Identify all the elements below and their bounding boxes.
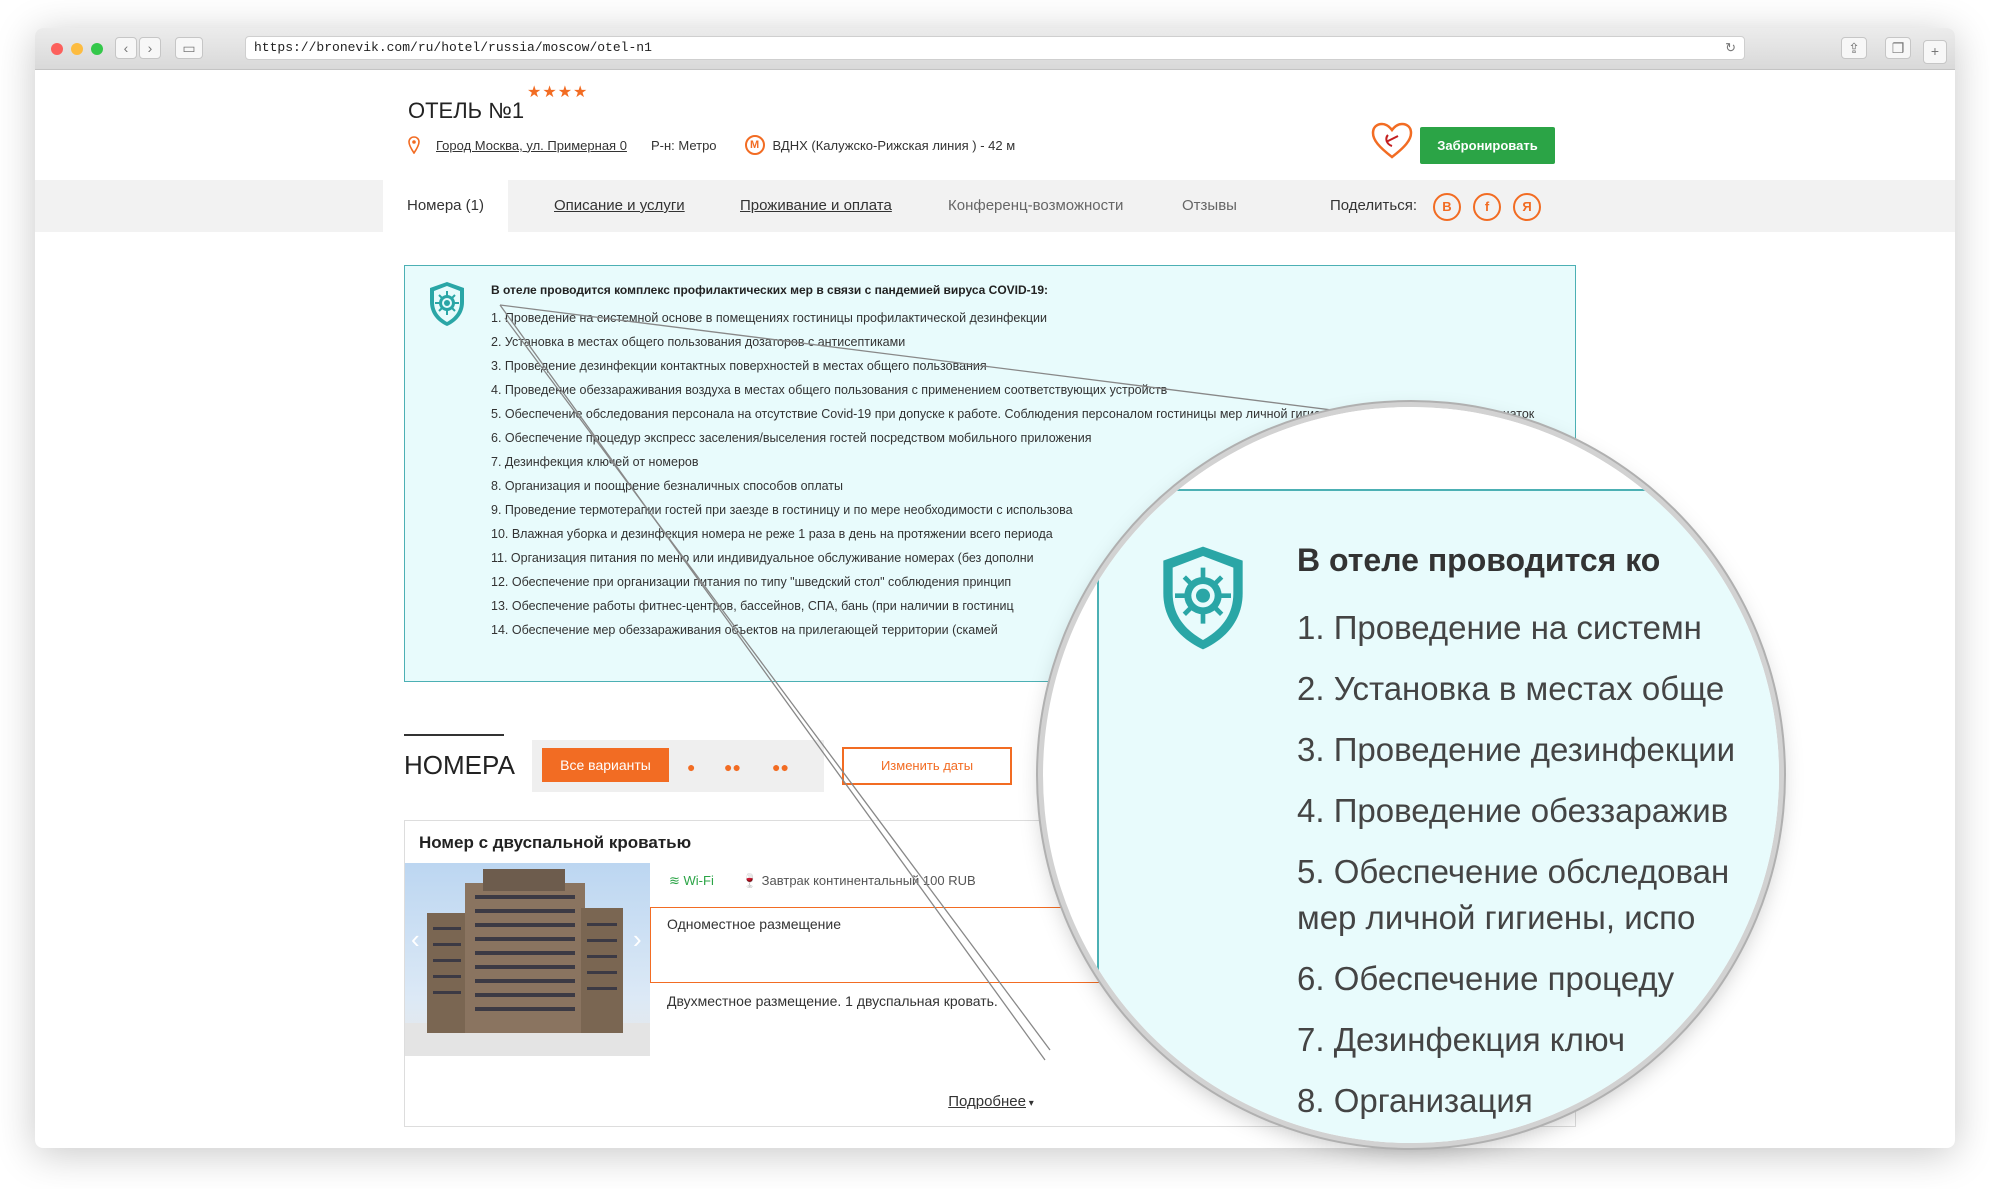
tab-bar: Номера (1) Описание и услуги Проживание …: [35, 180, 1955, 232]
address-row: Город Москва, ул. Примерная 0 Р-н: Метро…: [408, 135, 1015, 155]
sidebar-icon[interactable]: ▭: [175, 37, 203, 59]
covid-measure: 2. Установка в местах общего пользования…: [491, 335, 906, 349]
magnifier-item: 5. Обеспечение обследован: [1297, 853, 1730, 890]
tabs-overview-icon[interactable]: ❐: [1885, 37, 1911, 59]
room-option-label: Одноместное размещение: [667, 916, 842, 932]
covid-measure: 4. Проведение обеззараживания воздуха в …: [491, 383, 1168, 397]
back-icon[interactable]: ‹: [115, 37, 137, 59]
three-guests-icon[interactable]: ●●: [772, 759, 789, 775]
tab-accommodation[interactable]: Проживание и оплата: [740, 180, 892, 232]
magnifier-item: 8. Организация: [1297, 1082, 1533, 1119]
svg-text:‹: ‹: [411, 924, 420, 954]
covid-measure: 3. Проведение дезинфекции контактных пов…: [491, 359, 987, 373]
yandex-share-icon[interactable]: Я: [1513, 193, 1541, 221]
rooms-heading-bar: [404, 734, 504, 736]
covid-title: В отеле проводится комплекс профилактиче…: [491, 283, 1049, 297]
favorite-heart-icon[interactable]: [1371, 122, 1413, 160]
covid-measure: 1. Проведение на системной основе в поме…: [491, 311, 1047, 325]
virus-shield-icon: [430, 282, 464, 326]
magnifier-lens: В отеле проводится ко 1. Проведение на с…: [1043, 407, 1779, 1143]
magnifier-item: 6. Обеспечение процеду: [1297, 960, 1675, 997]
magnifier-item: 7. Дезинфекция ключ: [1297, 1021, 1626, 1058]
reload-icon[interactable]: ↻: [1725, 37, 1736, 59]
wifi-amenity: ≋ Wi-Fi: [669, 873, 714, 888]
browser-toolbar: ‹ › ▭ https://bronevik.com/ru/hotel/russ…: [35, 28, 1955, 70]
minimize-window-button[interactable]: [71, 43, 83, 55]
new-tab-icon[interactable]: +: [1923, 40, 1947, 64]
rooms-heading: НОМЕРА: [404, 750, 515, 780]
book-button[interactable]: Забронировать: [1420, 127, 1555, 164]
tab-reviews[interactable]: Отзывы: [1182, 180, 1237, 232]
magnifier-title: В отеле проводится ко: [1297, 542, 1661, 578]
url-text: https://bronevik.com/ru/hotel/russia/mos…: [254, 40, 652, 55]
wifi-icon: ≋: [669, 873, 684, 888]
magnifier-item: 3. Проведение дезинфекции: [1297, 731, 1736, 768]
chevron-down-icon: ▾: [1025, 1098, 1034, 1109]
magnifier-item: 4. Проведение обеззаражив: [1297, 792, 1729, 829]
room-amenities: ≋ Wi-Fi 🍷 Завтрак континентальный 100 RU…: [669, 873, 976, 889]
room-photo[interactable]: › ‹: [405, 863, 650, 1056]
maximize-window-button[interactable]: [91, 43, 103, 55]
magnifier-item: 2. Установка в местах обще: [1297, 670, 1725, 707]
location-pin-icon: [408, 136, 420, 154]
forward-icon[interactable]: ›: [139, 37, 161, 59]
vk-share-icon[interactable]: В: [1433, 193, 1461, 221]
room-option-double[interactable]: Двухместное размещение. 1 двуспальная кр…: [667, 993, 998, 1009]
magnifier-list: 1. Проведение на системн 2. Установка в …: [1297, 605, 1735, 1139]
address-bar[interactable]: https://bronevik.com/ru/hotel/russia/mos…: [245, 36, 1745, 60]
close-window-button[interactable]: [51, 43, 63, 55]
room-name: Номер с двуспальной кроватью: [419, 833, 692, 852]
hotel-name: ОТЕЛЬ №1: [408, 98, 525, 123]
share-page-icon[interactable]: ⇪: [1841, 37, 1867, 59]
magnifier-top-band: [1043, 407, 1779, 489]
tab-conference[interactable]: Конференц-возможности: [948, 180, 1123, 232]
hotel-metro: ВДНХ (Калужско-Рижская линия ) - 42 м: [772, 137, 1016, 153]
share-label: Поделиться:: [1330, 197, 1417, 214]
tab-rooms[interactable]: Номера (1): [383, 180, 509, 232]
tab-description[interactable]: Описание и услуги: [554, 180, 685, 232]
two-guests-icon[interactable]: ●●: [724, 759, 741, 775]
magnifier-item: 1. Проведение на системн: [1297, 609, 1702, 646]
virus-shield-icon: [1163, 546, 1243, 650]
hotel-district: Р-н: Метро: [650, 137, 717, 153]
svg-text:›: ›: [633, 924, 642, 954]
one-guest-icon[interactable]: ●: [687, 759, 695, 775]
change-dates-button[interactable]: Изменить даты: [842, 747, 1012, 785]
hotel-stars: ★★★★: [527, 84, 589, 101]
guest-filter: Все варианты ● ●● ●●: [532, 740, 824, 792]
facebook-share-icon[interactable]: f: [1473, 193, 1501, 221]
hotel-building-image: › ‹: [405, 869, 650, 1056]
breakfast-cup-icon: 🍷: [741, 873, 762, 888]
magnifier-item: мер личной гигиены, испо: [1297, 899, 1696, 936]
filter-all-button[interactable]: Все варианты: [542, 748, 669, 782]
metro-icon: М: [744, 135, 765, 155]
hotel-address-link[interactable]: Город Москва, ул. Примерная 0: [436, 138, 627, 153]
breakfast-amenity: 🍷 Завтрак континентальный 100 RUB: [741, 873, 976, 888]
